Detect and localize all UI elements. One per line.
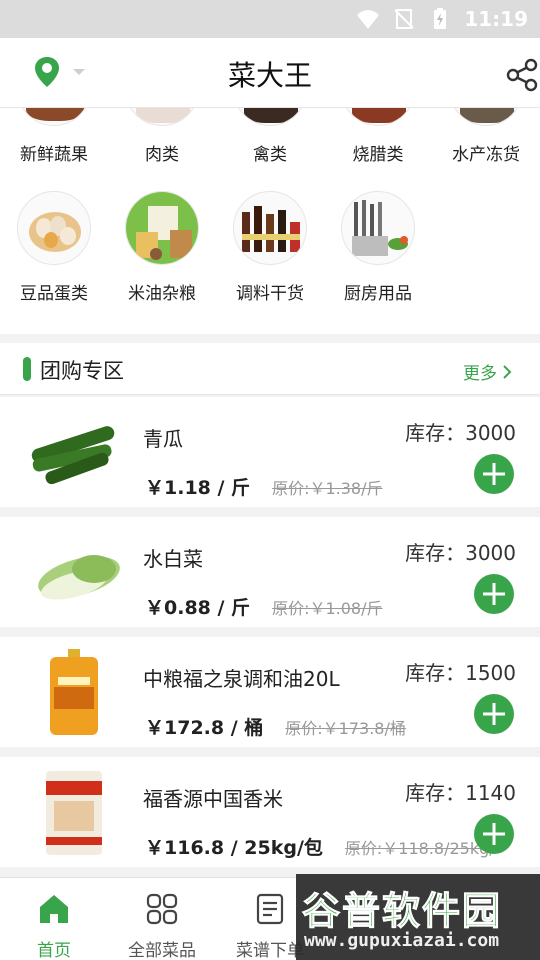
category-rice-oil[interactable]: 米油杂粮	[108, 191, 216, 304]
watermark-url: www.gupuxiazai.com	[304, 930, 500, 951]
category-fresh-vegetables[interactable]: 新鲜蔬果	[0, 108, 108, 165]
category-seafood[interactable]: 水产冻货	[432, 108, 540, 165]
category-label: 水产冻货	[452, 145, 520, 165]
group-buy-header: 团购专区 更多	[0, 343, 540, 395]
product-stock: 库存：1140	[405, 781, 516, 805]
battery-charging-icon	[434, 8, 447, 29]
app-header: 菜大王	[0, 38, 540, 108]
eggs-icon	[17, 191, 91, 265]
watermark-title: 谷普软件园	[301, 889, 503, 934]
more-label: 更多	[463, 364, 497, 384]
tab-label: 全部菜品	[128, 941, 196, 960]
category-roast-meat[interactable]: 烧腊类	[324, 108, 432, 165]
tab-home[interactable]: 首页	[0, 878, 108, 960]
category-label: 调料干货	[236, 284, 304, 304]
product-stock: 库存：3000	[405, 541, 516, 565]
add-to-cart-button[interactable]	[474, 814, 514, 854]
category-meat[interactable]: 肉类	[108, 108, 216, 165]
tab-label: 首页	[37, 941, 71, 960]
original-price: 原价:￥173.8/桶	[285, 719, 406, 738]
rice-bag-icon	[46, 771, 102, 855]
product-card[interactable]: 中粮福之泉调和油20L 库存：1500 ￥172.8 / 桶 原价:￥173.8/…	[0, 637, 540, 747]
product-name: 水白菜	[143, 547, 203, 571]
category-label: 厨房用品	[344, 284, 412, 304]
add-to-cart-button[interactable]	[474, 574, 514, 614]
tab-all-dishes[interactable]: 全部菜品	[108, 878, 216, 960]
rice-oil-icon	[125, 191, 199, 265]
category-seasoning[interactable]: 调料干货	[216, 191, 324, 304]
product-price: ￥172.8 / 桶 原价:￥173.8/桶	[145, 713, 406, 740]
category-label: 新鲜蔬果	[20, 145, 88, 165]
product-card[interactable]: 水白菜 库存：3000 ￥0.88 / 斤 原价:￥1.08/斤	[0, 517, 540, 627]
section-title: 团购专区	[40, 359, 124, 383]
product-name: 福香源中国香米	[143, 787, 283, 811]
home-icon	[40, 895, 68, 923]
seafood-icon	[449, 108, 523, 126]
product-card[interactable]: 青瓜 库存：3000 ￥1.18 / 斤 原价:￥1.38/斤	[0, 397, 540, 507]
price-value: ￥116.8 / 25kg/包	[145, 837, 323, 859]
category-grid: 新鲜蔬果 肉类 禽类 烧腊类 水产冻货 豆品蛋类 米油杂粮 调料干货 厨房用品	[0, 108, 540, 334]
add-to-cart-button[interactable]	[474, 694, 514, 734]
product-name: 青瓜	[143, 427, 183, 451]
category-tofu-eggs[interactable]: 豆品蛋类	[0, 191, 108, 304]
no-signal-icon	[394, 9, 415, 29]
section-accent-bar	[23, 357, 31, 381]
product-price: ￥116.8 / 25kg/包 原价:￥118.8/25kg/	[145, 833, 495, 860]
cucumber-icon	[31, 426, 115, 485]
category-kitchenware[interactable]: 厨房用品	[324, 191, 432, 304]
price-value: ￥1.18 / 斤	[145, 477, 251, 499]
product-card[interactable]: 福香源中国香米 库存：1140 ￥116.8 / 25kg/包 原价:￥118.8…	[0, 757, 540, 867]
category-label: 禽类	[253, 145, 287, 165]
poultry-icon	[233, 108, 307, 126]
wifi-icon	[357, 10, 380, 29]
page-title: 菜大王	[227, 59, 312, 92]
product-price: ￥0.88 / 斤 原价:￥1.08/斤	[145, 593, 382, 620]
cabbage-icon	[38, 555, 120, 600]
status-bar: 11:19	[0, 0, 540, 38]
original-price: 原价:￥1.08/斤	[272, 599, 383, 618]
vegetables-icon	[17, 108, 91, 126]
category-label: 肉类	[145, 145, 179, 165]
add-to-cart-button[interactable]	[474, 454, 514, 494]
watermark: 谷普软件园 www.gupuxiazai.com	[296, 874, 540, 960]
price-value: ￥0.88 / 斤	[145, 597, 251, 619]
oil-barrel-icon	[50, 649, 98, 735]
more-link[interactable]: 更多	[463, 359, 512, 384]
category-label: 米油杂粮	[128, 284, 196, 304]
grid-icon	[146, 893, 178, 925]
product-stock: 库存：3000	[405, 421, 516, 445]
price-value: ￥172.8 / 桶	[145, 717, 264, 739]
share-icon[interactable]	[506, 58, 540, 92]
clock: 11:19	[464, 7, 528, 31]
original-price: 原价:￥118.8/25kg/	[344, 839, 495, 858]
recipe-icon	[256, 893, 284, 925]
original-price: 原价:￥1.38/斤	[272, 479, 383, 498]
product-stock: 库存：1500	[405, 661, 516, 685]
category-poultry[interactable]: 禽类	[216, 108, 324, 165]
kitchenware-icon	[341, 191, 415, 265]
category-label: 烧腊类	[352, 145, 404, 165]
product-name: 中粮福之泉调和油20L	[143, 667, 340, 691]
product-price: ￥1.18 / 斤 原价:￥1.38/斤	[145, 473, 382, 500]
roast-meat-icon	[341, 108, 415, 126]
category-label: 豆品蛋类	[20, 284, 88, 304]
chevron-right-icon	[503, 364, 512, 379]
meat-icon	[125, 108, 199, 126]
seasoning-icon	[233, 191, 307, 265]
